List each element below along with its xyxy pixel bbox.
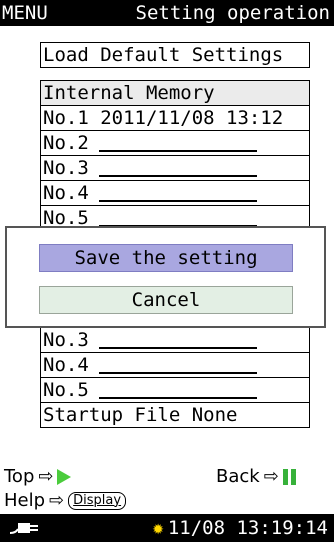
status-datetime: 11/08 13:19:14 xyxy=(167,517,328,539)
memory-slot-4-lower[interactable]: No.4 xyxy=(41,353,309,378)
lamp-icon: ✹ xyxy=(152,517,164,539)
slot-number: No.4 xyxy=(43,354,89,376)
cancel-button[interactable]: Cancel xyxy=(39,286,293,314)
footer-row-2: Help ⇨ Display xyxy=(0,490,334,514)
play-icon xyxy=(57,468,72,485)
empty-slot-line xyxy=(98,182,257,202)
back-hint[interactable]: Back ⇨ xyxy=(216,466,296,487)
save-setting-button[interactable]: Save the setting xyxy=(39,244,293,272)
empty-slot-line xyxy=(98,157,257,177)
internal-memory-header: Internal Memory xyxy=(41,81,309,106)
empty-slot-line xyxy=(98,354,257,374)
title-bar: MENU Setting operation xyxy=(0,0,334,26)
screen-title: Setting operation xyxy=(135,2,330,24)
slot-number: No.4 xyxy=(43,182,89,204)
memory-slot-4[interactable]: No.4 xyxy=(41,181,309,206)
menu-label: MENU xyxy=(2,2,48,24)
load-default-box[interactable]: Load Default Settings xyxy=(40,42,310,68)
arrow-right-icon: ⇨ xyxy=(49,490,65,511)
memory-slot-3[interactable]: No.3 xyxy=(41,156,309,181)
memory-slot-3-lower[interactable]: No.3 xyxy=(41,328,309,353)
empty-slot-line xyxy=(98,329,257,349)
memory-slot-2[interactable]: No.2 xyxy=(41,131,309,156)
load-default-settings-item[interactable]: Load Default Settings xyxy=(41,43,309,67)
help-hint[interactable]: Help ⇨ Display xyxy=(4,490,127,511)
empty-slot-line xyxy=(98,379,257,399)
footer-row-1: Top ⇨ Back ⇨ xyxy=(0,466,334,490)
status-bar: ✹ 11/08 13:19:14 xyxy=(0,514,334,542)
slot-number: No.5 xyxy=(43,379,89,401)
empty-slot-line xyxy=(98,207,257,227)
memory-slot-5-lower[interactable]: No.5 xyxy=(41,378,309,403)
empty-slot-line xyxy=(98,132,257,152)
top-label: Top xyxy=(4,466,35,487)
back-label: Back xyxy=(216,466,260,487)
slot-number: No.3 xyxy=(43,157,89,179)
slot-number: No.2 xyxy=(43,132,89,154)
help-label: Help xyxy=(4,490,46,511)
memory-slot-1[interactable]: No.1 2011/11/08 13:12 xyxy=(41,106,309,131)
arrow-right-icon: ⇨ xyxy=(263,466,279,487)
pause-icon xyxy=(282,468,296,485)
arrow-right-icon: ⇨ xyxy=(38,466,54,487)
plug-icon xyxy=(10,523,38,534)
top-hint[interactable]: Top ⇨ xyxy=(4,466,72,487)
display-key-icon: Display xyxy=(68,491,127,510)
save-dialog: Save the setting Cancel xyxy=(5,226,326,328)
slot-number: No.3 xyxy=(43,329,89,351)
startup-file-item[interactable]: Startup File None xyxy=(41,403,309,427)
